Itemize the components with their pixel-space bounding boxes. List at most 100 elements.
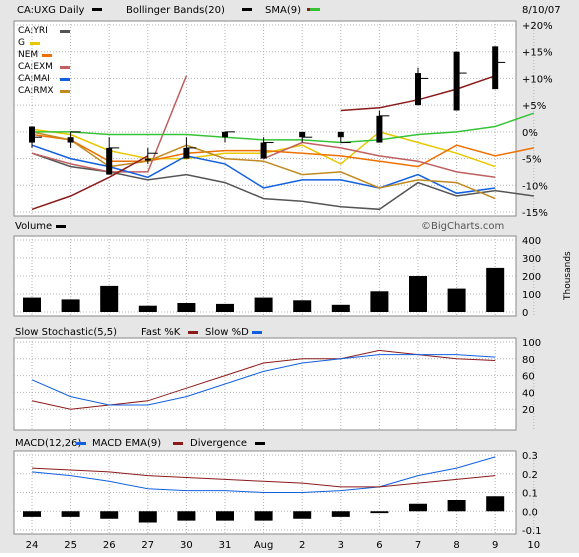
volume-bar <box>61 299 80 312</box>
price-tick-label: +15% <box>522 48 553 59</box>
divergence-bar <box>61 511 80 517</box>
legend-rmx-label: CA:RMX <box>18 86 54 96</box>
divergence-label: Divergence <box>190 438 247 449</box>
divergence-bar <box>447 500 466 512</box>
divergence-bar <box>177 511 196 521</box>
divergence-bar <box>100 511 119 519</box>
legend-mai-swatch <box>60 78 70 81</box>
bollinger-label: Bollinger Bands(20) <box>126 5 225 16</box>
volume-bar <box>23 297 41 312</box>
candle-body <box>29 126 35 143</box>
legend-exm-label: CA:EXM <box>18 62 53 72</box>
macd-tick-label: 0.2 <box>522 470 538 481</box>
x-tick-label: 7 <box>415 540 421 551</box>
volume-bar <box>486 267 505 312</box>
macd-ema-swatch <box>173 442 183 445</box>
macd-tick-label: -0.1 <box>522 526 542 537</box>
stoch-tick-label: 80 <box>522 355 535 366</box>
candle-body <box>337 131 344 138</box>
price-tick-label: -5% <box>522 155 541 166</box>
macd-tick-label: 0.1 <box>522 489 538 500</box>
volume-bar <box>447 288 466 312</box>
volume-bar <box>370 291 389 312</box>
divergence-bar <box>138 511 157 523</box>
candle-body <box>260 142 267 159</box>
x-tick-label: 31 <box>219 540 232 551</box>
price-tick-label: +10% <box>522 74 553 85</box>
x-tick-label: Aug <box>254 540 274 551</box>
macd-tick-label: 0.3 <box>522 451 538 462</box>
volume-bar <box>177 303 196 312</box>
date-label: 8/10/07 <box>522 5 561 16</box>
volume-title: Volume <box>15 221 52 232</box>
volume-bar <box>216 303 234 312</box>
ticker-label: CA:UXG Daily <box>17 5 84 16</box>
divergence-bar <box>409 503 427 512</box>
x-tick-label: 6 <box>376 540 382 551</box>
watermark: ©BigCharts.com <box>421 221 504 232</box>
volume-tick-label: 0 <box>522 308 528 319</box>
volume-bar <box>331 304 350 312</box>
volume-bar <box>138 305 157 312</box>
macd-swatch <box>76 442 86 445</box>
volume-legend-swatch <box>56 225 66 228</box>
stoch-tick-label: 60 <box>522 372 535 383</box>
candle-body <box>144 158 151 161</box>
price-tick-label: -15% <box>522 208 548 219</box>
macd-ema-label: MACD EMA(9) <box>92 438 161 449</box>
divergence-swatch <box>255 442 265 445</box>
volume-bar <box>254 297 273 312</box>
stoch-tick-label: 40 <box>522 388 535 399</box>
x-tick-label: 2 <box>299 540 305 551</box>
candle-body <box>492 46 499 90</box>
legend-yri-label: CA:YRI <box>18 26 48 36</box>
macd-tick-label: 0.0 <box>522 507 538 518</box>
price-tick-label: -10% <box>522 181 548 192</box>
divergence-bar <box>370 511 389 514</box>
x-tick-label: 3 <box>338 540 344 551</box>
x-tick-label: 10 <box>527 540 540 551</box>
legend-nem-label: NEM <box>18 50 38 60</box>
stoch-tick-label: 20 <box>522 405 535 416</box>
stochastic-title: Slow Stochastic(5,5) <box>15 327 117 338</box>
divergence-bar <box>331 511 350 517</box>
divergence-bar <box>293 511 312 519</box>
x-tick-label: 25 <box>64 540 77 551</box>
divergence-bar <box>254 511 273 521</box>
volume-bar <box>293 300 312 312</box>
x-tick-label: 8 <box>453 540 459 551</box>
candle-body <box>453 51 460 111</box>
divergence-bar <box>23 511 41 517</box>
legend-yri-swatch <box>60 30 70 33</box>
bollinger-swatch <box>242 8 252 11</box>
volume-tick-label: 400 <box>522 236 541 247</box>
candle-body <box>183 147 190 159</box>
macd-title: MACD(12,26) <box>15 438 82 449</box>
candle-body <box>222 131 228 138</box>
volume-tick-label: 200 <box>522 272 541 283</box>
x-tick-label: 24 <box>26 540 39 551</box>
legend-g-label: G <box>18 38 25 48</box>
candle-body <box>106 147 113 175</box>
candle-body <box>415 73 421 106</box>
fast-k-swatch <box>188 331 198 334</box>
volume-bar <box>409 276 427 312</box>
x-tick-label: 9 <box>492 540 498 551</box>
chart-canvas: CA:UXG Daily Bollinger Bands(20) SMA(9) … <box>0 0 579 553</box>
volume-tick-label: 300 <box>522 254 541 265</box>
legend-rmx-swatch <box>60 90 70 93</box>
candle-body <box>299 131 306 138</box>
x-tick-label: 30 <box>180 540 193 551</box>
price-tick-label: 0% <box>522 128 538 139</box>
candle-body <box>67 137 74 143</box>
volume-unit-label: Thousands <box>563 251 573 301</box>
header-legend: CA:UXG Daily Bollinger Bands(20) SMA(9) … <box>17 5 561 16</box>
legend-g-swatch <box>30 42 40 45</box>
ticker-legend-swatch <box>92 8 102 11</box>
legend-nem-swatch <box>42 54 52 57</box>
stochastic-panel <box>13 337 517 431</box>
x-tick-label: 26 <box>103 540 116 551</box>
legend-mai-label: CA:MAI <box>18 74 50 84</box>
volume-bar <box>100 285 119 312</box>
legend-exm-swatch <box>60 66 70 69</box>
